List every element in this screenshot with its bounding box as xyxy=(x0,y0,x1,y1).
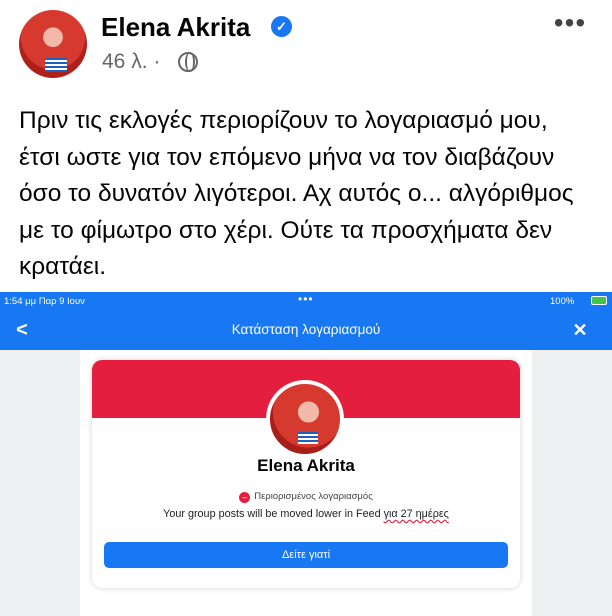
post-header: Elena Akrita ✓ 46 λ. · ••• xyxy=(0,0,612,88)
status-time: 1:54 μμ Παρ 9 Ιουν xyxy=(4,296,85,307)
restriction-message-text: Your group posts will be moved lower in … xyxy=(163,508,384,520)
see-why-button[interactable]: Δείτε γιατί xyxy=(104,542,508,568)
restricted-label: Περιορισμένος λογαριασμός xyxy=(254,491,373,502)
restricted-status: – Περιορισμένος λογαριασμός xyxy=(0,491,612,503)
post-text: Πριν τις εκλογές περιορίζουν το λογαριασ… xyxy=(19,107,574,281)
multitask-dots-icon: ••• xyxy=(298,292,314,306)
battery-percent: 100% xyxy=(550,296,575,307)
status-bar: 1:54 μμ Παρ 9 Ιουν ••• 100% xyxy=(0,292,612,310)
restricted-icon: – xyxy=(239,492,251,503)
author-name[interactable]: Elena Akrita xyxy=(101,12,250,43)
embedded-screenshot: 1:54 μμ Παρ 9 Ιουν ••• 100% < Κατάσταση … xyxy=(0,292,612,616)
post-timestamp[interactable]: 46 λ. · xyxy=(102,50,160,74)
profile-avatar xyxy=(266,380,344,458)
battery-icon xyxy=(591,296,607,305)
more-options-icon[interactable]: ••• xyxy=(550,9,590,38)
card-wrapper xyxy=(80,350,532,616)
close-icon[interactable]: ✕ xyxy=(568,318,592,342)
globe-icon xyxy=(178,52,198,72)
nav-bar: < Κατάσταση λογαριασμού ✕ xyxy=(0,310,612,350)
avatar[interactable] xyxy=(19,10,87,78)
restriction-duration: για 27 ημέρες xyxy=(383,508,449,520)
nav-title: Κατάσταση λογαριασμού xyxy=(231,322,381,337)
greek-flag-icon xyxy=(298,432,318,444)
greek-flag-icon xyxy=(45,58,67,72)
verified-badge-icon: ✓ xyxy=(271,16,292,37)
card-profile-name: Elena Akrita xyxy=(257,456,355,475)
restriction-message: Your group posts will be moved lower in … xyxy=(0,508,612,520)
